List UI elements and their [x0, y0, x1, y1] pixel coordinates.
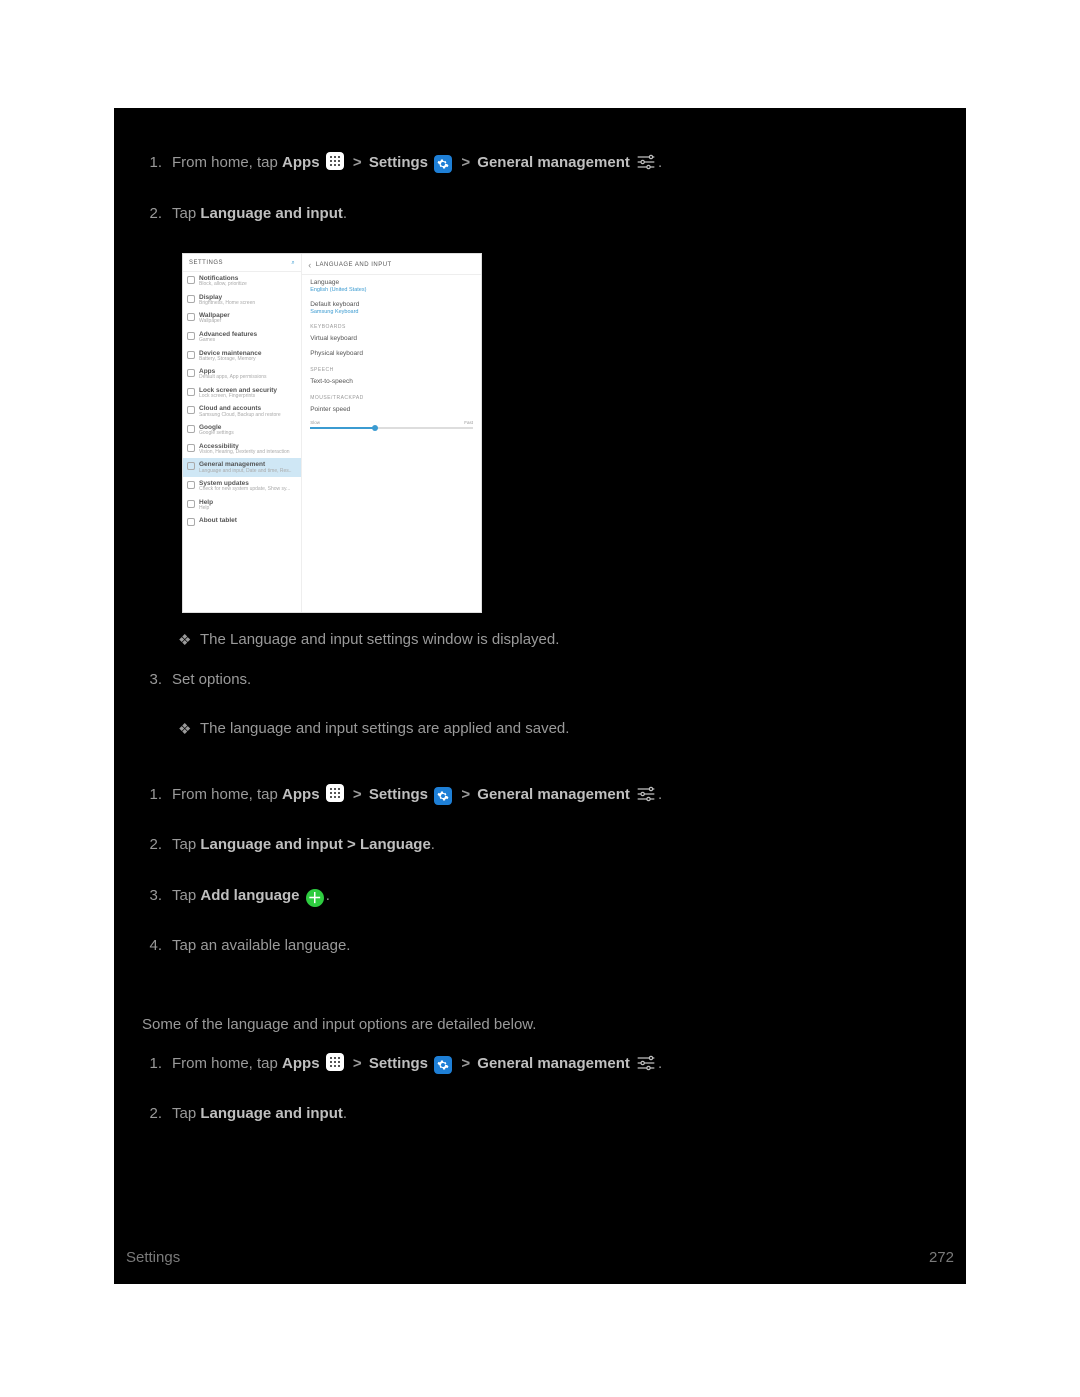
sidebar-item-icon	[187, 332, 195, 340]
apps-icon	[326, 784, 344, 802]
step-number: 2.	[142, 1103, 172, 1126]
apps-icon	[326, 1053, 344, 1071]
step-number: 1.	[142, 152, 172, 175]
step-1-3-result: ❖ The language and input settings are ap…	[142, 720, 942, 738]
apps-icon	[326, 152, 344, 170]
sidebar-item: Lock screen and securityLock screen, Fin…	[183, 384, 301, 403]
sidebar-item-icon	[187, 406, 195, 414]
sidebar-item-icon	[187, 425, 195, 433]
sidebar-item: AccessibilityVision, Hearing, Dexterity …	[183, 440, 301, 459]
sidebar-item-icon	[187, 295, 195, 303]
sidebar-item-subtitle: Wallpaper	[199, 319, 230, 325]
sidebar-item: Cloud and accountsSamsung Cloud, Backup …	[183, 402, 301, 421]
sidebar-item-subtitle: Samsung Cloud, Backup and restore	[199, 413, 281, 419]
sidebar-item-icon	[187, 369, 195, 377]
step-1-2-result: ❖ The Language and input settings window…	[142, 631, 942, 649]
sidebar-item-subtitle: Vision, Hearing, Dexterity and interacti…	[199, 450, 290, 456]
step-text: Tap an available language.	[172, 935, 942, 958]
step-1-3: 3. Set options.	[142, 669, 942, 692]
sidebar-item-icon	[187, 313, 195, 321]
embedded-screenshot: SETTINGS ⌕ NotificationsBlock, allow, pr…	[182, 253, 482, 613]
sidebar-item-subtitle: Battery, Storage, Memory	[199, 357, 262, 363]
diamond-bullet-icon: ❖	[178, 720, 200, 738]
sidebar-item: HelpHelp	[183, 496, 301, 515]
back-chevron-icon: ‹	[308, 260, 312, 270]
step-number: 2.	[142, 203, 172, 226]
step-3-1: 1. From home, tap Apps > Settings > Gene…	[142, 1053, 942, 1076]
sidebar-item: About tablet	[183, 514, 301, 529]
footer-section: Settings	[126, 1249, 180, 1266]
sidebar-item-subtitle: Brightness, Home screen	[199, 301, 255, 307]
sidebar-item-icon	[187, 500, 195, 508]
step-2-2: 2. Tap Language and input > Language.	[142, 834, 942, 857]
result-text: The language and input settings are appl…	[200, 720, 569, 738]
step-number: 3.	[142, 669, 172, 692]
step-1-2: 2. Tap Language and input.	[142, 203, 942, 226]
sidebar-item: GoogleGoogle settings	[183, 421, 301, 440]
sidebar-item: NotificationsBlock, allow, prioritize	[183, 272, 301, 291]
step-2-4: 4. Tap an available language.	[142, 935, 942, 958]
pointer-speed-slider-thumb	[372, 425, 378, 431]
step-number: 1.	[142, 784, 172, 807]
step-number: 2.	[142, 834, 172, 857]
step-number: 4.	[142, 935, 172, 958]
sidebar-item-icon	[187, 351, 195, 359]
sidebar-item-title: About tablet	[199, 517, 237, 524]
settings-sidebar: SETTINGS ⌕ NotificationsBlock, allow, pr…	[183, 254, 302, 612]
sidebar-item-subtitle: Block, allow, prioritize	[199, 282, 247, 288]
sidebar-item-icon	[187, 276, 195, 284]
sidebar-item-subtitle: Default apps, App permissions	[199, 375, 267, 381]
sidebar-item-subtitle: Help	[199, 506, 213, 512]
step-text: Tap Language and input.	[172, 203, 942, 226]
sidebar-item-subtitle: Games	[199, 338, 257, 344]
overview-intro: Some of the language and input options a…	[142, 1016, 942, 1033]
sidebar-item: AppsDefault apps, App permissions	[183, 365, 301, 384]
step-number: 1.	[142, 1053, 172, 1076]
sidebar-item: System updatesCheck for new system updat…	[183, 477, 301, 496]
document-page: 1. From home, tap Apps > Settings > Gene…	[114, 108, 966, 1284]
sidebar-item-subtitle: Language and input, Date and time, Res..	[199, 469, 292, 475]
step-text: From home, tap Apps > Settings > General…	[172, 152, 942, 175]
step-text: Set options.	[172, 669, 942, 692]
step-2-3: 3. Tap Add language ＋.	[142, 885, 942, 908]
step-1-1: 1. From home, tap Apps > Settings > Gene…	[142, 152, 942, 175]
sidebar-item: WallpaperWallpaper	[183, 309, 301, 328]
search-icon: ⌕	[291, 260, 295, 267]
sidebar-item-icon	[187, 481, 195, 489]
step-2-1: 1. From home, tap Apps > Settings > Gene…	[142, 784, 942, 807]
general-management-sliders-icon	[636, 153, 656, 171]
sidebar-item: Advanced featuresGames	[183, 328, 301, 347]
sidebar-item-icon	[187, 518, 195, 526]
settings-gear-icon	[434, 1056, 452, 1074]
step-text: From home, tap Apps > Settings > General…	[172, 1053, 942, 1076]
step-text: From home, tap Apps > Settings > General…	[172, 784, 942, 807]
sidebar-item-icon	[187, 444, 195, 452]
step-3-2: 2. Tap Language and input.	[142, 1103, 942, 1126]
sidebar-item-subtitle: Check for new system update, Show sy...	[199, 487, 290, 493]
general-management-sliders-icon	[636, 1054, 656, 1072]
sidebar-item-icon	[187, 388, 195, 396]
general-management-sliders-icon	[636, 785, 656, 803]
settings-gear-icon	[434, 787, 452, 805]
sidebar-item-subtitle: Google settings	[199, 431, 234, 437]
sidebar-item-icon	[187, 462, 195, 470]
settings-gear-icon	[434, 155, 452, 173]
sidebar-item: General managementLanguage and input, Da…	[183, 458, 301, 477]
pane-title: LANGUAGE AND INPUT	[316, 262, 392, 268]
settings-detail-pane: ‹ LANGUAGE AND INPUT LanguageEnglish (Un…	[302, 254, 481, 612]
settings-header-label: SETTINGS	[189, 260, 223, 267]
step-number: 3.	[142, 885, 172, 908]
add-plus-icon: ＋	[306, 889, 324, 907]
sidebar-item: DisplayBrightness, Home screen	[183, 291, 301, 310]
sidebar-item-subtitle: Lock screen, Fingerprints	[199, 394, 277, 400]
sidebar-item: Device maintenanceBattery, Storage, Memo…	[183, 347, 301, 366]
page-footer: Settings 272	[114, 1249, 966, 1266]
diamond-bullet-icon: ❖	[178, 631, 200, 649]
footer-page-number: 272	[929, 1249, 954, 1266]
result-text: The Language and input settings window i…	[200, 631, 559, 649]
